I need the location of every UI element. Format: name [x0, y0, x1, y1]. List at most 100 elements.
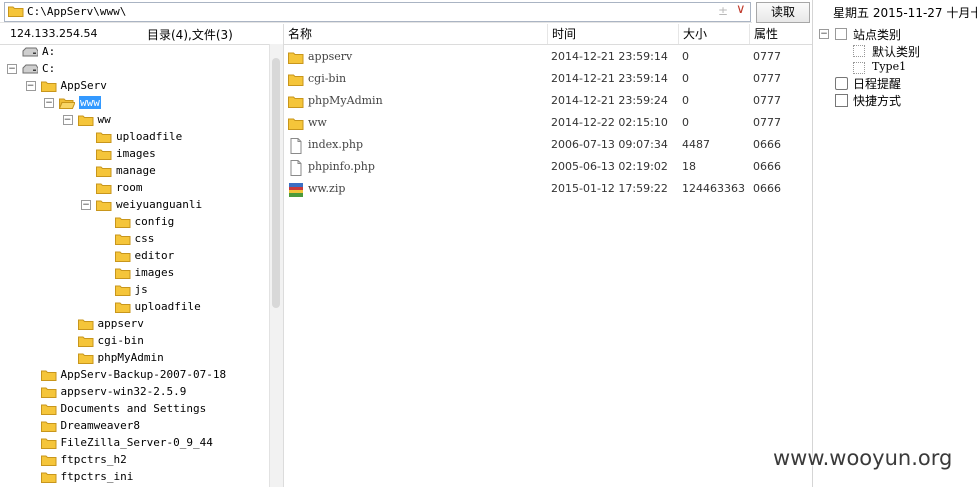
tree-item[interactable]: cgi-bin	[0, 333, 269, 350]
tree-item-label: AppServ	[60, 79, 107, 92]
tree-item[interactable]: images	[0, 146, 269, 163]
tree-item-label: appserv	[97, 317, 144, 330]
folder-icon	[40, 81, 56, 92]
file-size: 4487	[682, 138, 710, 151]
folder-icon	[114, 251, 130, 262]
tree-item[interactable]: phpMyAdmin	[0, 350, 269, 367]
folder-icon	[96, 183, 112, 194]
file-time: 2014-12-21 23:59:24	[551, 94, 668, 107]
tree-item-label: room	[116, 181, 143, 194]
tree-item-label: ww	[97, 113, 111, 126]
file-name: index.php	[308, 138, 364, 151]
file-attr: 0777	[753, 116, 781, 129]
folder-icon	[77, 353, 93, 364]
tree-item[interactable]: − www	[0, 95, 269, 112]
chevron-down-icon[interactable]: ∨	[736, 2, 746, 17]
tree-item[interactable]: uploadfile	[0, 129, 269, 146]
folder-open-icon	[59, 98, 75, 109]
folder-icon	[288, 118, 304, 130]
folder-icon	[114, 268, 130, 279]
file-size: 0	[682, 116, 689, 129]
tree-item-label: C:	[42, 62, 56, 75]
tree-item[interactable]: Dreamweaver8	[0, 418, 269, 435]
bookmark-add-icon[interactable]: ±	[718, 4, 728, 18]
tree-item[interactable]: ftpctrs_h2	[0, 452, 269, 469]
file-icon	[290, 160, 302, 176]
collapse-icon[interactable]: −	[7, 64, 17, 74]
tree-item[interactable]: − AppServ	[0, 78, 269, 95]
folder-icon	[40, 421, 56, 432]
collapse-icon[interactable]: −	[62, 115, 73, 125]
tree-item-label: appserv-win32-2.5.9	[60, 385, 187, 398]
tree-item-label: css	[134, 232, 155, 245]
file-row[interactable]: phpinfo.php 2005-06-13 02:19:02 18 0666	[284, 157, 813, 179]
file-attr: 0666	[753, 160, 781, 173]
folder-icon	[114, 302, 130, 313]
column-name[interactable]: 名称	[284, 24, 548, 44]
tree-item[interactable]: − weiyuanguanli	[0, 197, 269, 214]
collapse-icon[interactable]: −	[25, 81, 36, 91]
scrollbar-thumb[interactable]	[272, 58, 280, 308]
folder-icon	[40, 438, 56, 449]
folder-icon	[96, 132, 112, 143]
tree-item[interactable]: manage	[0, 163, 269, 180]
drive-icon	[22, 64, 38, 74]
file-size: 124463363	[682, 182, 745, 195]
tree-item[interactable]: A:	[0, 44, 269, 61]
collapse-icon[interactable]: −	[81, 200, 91, 210]
tree-item[interactable]: editor	[0, 248, 269, 265]
tree-item[interactable]: appserv	[0, 316, 269, 333]
tree-item[interactable]: FileZilla_Server-0_9_44	[0, 435, 269, 452]
path-input[interactable]: C:\AppServ\www\ ± ∨	[4, 2, 751, 22]
collapse-icon[interactable]: −	[44, 98, 54, 108]
tree-item[interactable]: room	[0, 180, 269, 197]
tree-item-label: AppServ-Backup-2007-07-18	[60, 368, 227, 381]
tree-scrollbar[interactable]	[269, 44, 283, 487]
file-row[interactable]: ww.zip 2015-01-12 17:59:22 124463363 0666	[284, 179, 813, 201]
file-attr: 0777	[753, 94, 781, 107]
file-row[interactable]: cgi-bin 2014-12-21 23:59:14 0 0777	[284, 69, 813, 91]
file-row[interactable]: appserv 2014-12-21 23:59:14 0 0777	[284, 47, 813, 69]
tree-item-label: A:	[42, 45, 56, 58]
column-size[interactable]: 大小	[679, 24, 750, 44]
tree-item-label: uploadfile	[134, 300, 201, 313]
file-name: ww	[308, 116, 327, 129]
date-display: 星期五 2015-11-27 十月十	[833, 6, 977, 20]
tree-item[interactable]: ftpctrs_ini	[0, 469, 269, 486]
column-attr[interactable]: 属性	[750, 24, 813, 44]
tree-item-label: config	[134, 215, 175, 228]
tree-item-label: manage	[116, 164, 156, 177]
folder-icon	[288, 52, 304, 64]
tree-item[interactable]: − C:	[0, 61, 269, 78]
tree-item[interactable]: appserv-win32-2.5.9	[0, 384, 269, 401]
file-size: 0	[682, 50, 689, 63]
file-row[interactable]: phpMyAdmin 2014-12-21 23:59:24 0 0777	[284, 91, 813, 113]
file-time: 2006-07-13 09:07:34	[551, 138, 668, 151]
tree-item[interactable]: − ww	[0, 112, 269, 129]
tree-item[interactable]: css	[0, 231, 269, 248]
file-list-header: 名称 时间 大小 属性	[284, 24, 813, 45]
tree-item-label: phpMyAdmin	[97, 351, 164, 364]
read-button[interactable]: 读取	[756, 2, 810, 23]
column-time[interactable]: 时间	[548, 24, 679, 44]
file-row[interactable]: index.php 2006-07-13 09:07:34 4487 0666	[284, 135, 813, 157]
tree-item[interactable]: config	[0, 214, 269, 231]
folder-icon	[114, 285, 130, 296]
clock-icon	[835, 77, 848, 90]
left-header: 124.133.254.54 目录(4),文件(3)	[0, 24, 282, 45]
category-item-icon	[853, 62, 865, 74]
dir-file-count: 目录(4),文件(3)	[147, 28, 233, 42]
tree-item[interactable]: AppServ-Backup-2007-07-18	[0, 367, 269, 384]
archive-icon	[289, 183, 303, 197]
tree-item[interactable]: js	[0, 282, 269, 299]
file-row[interactable]: ww 2014-12-22 02:15:10 0 0777	[284, 113, 813, 135]
tree-item-label: Dreamweaver8	[60, 419, 140, 432]
tree-item[interactable]: uploadfile	[0, 299, 269, 316]
file-name: ww.zip	[308, 182, 346, 195]
tree-item[interactable]: images	[0, 265, 269, 282]
tree-item-label: js	[134, 283, 148, 296]
folder-icon	[77, 319, 93, 330]
file-size: 0	[682, 72, 689, 85]
collapse-icon[interactable]: −	[819, 29, 829, 39]
tree-item[interactable]: Documents and Settings	[0, 401, 269, 418]
